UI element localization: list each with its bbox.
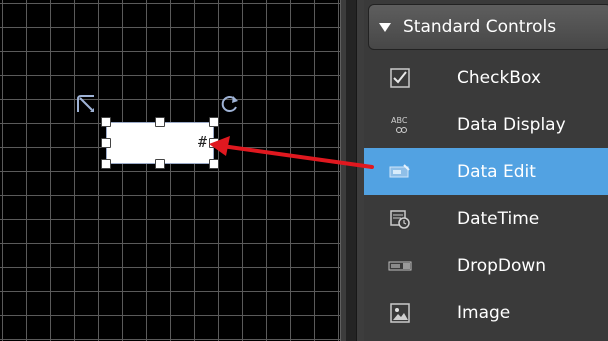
toolbox-item-data-edit[interactable]: Data Edit	[364, 148, 608, 195]
toolbox-item-data-display[interactable]: ABC Data Display	[364, 101, 608, 148]
toolbox-item-dropdown[interactable]: DropDown	[364, 242, 608, 289]
resize-icon[interactable]	[74, 92, 98, 116]
handle-top-left[interactable]	[101, 117, 111, 127]
datetime-icon	[387, 206, 413, 232]
widget-symbol: #	[197, 133, 207, 151]
data-edit-widget[interactable]: #	[106, 122, 214, 164]
toolbox-item-checkbox[interactable]: CheckBox	[364, 54, 608, 101]
toolbox-item-label: Data Display	[457, 114, 566, 135]
handle-bottom-right[interactable]	[209, 159, 219, 169]
data-edit-icon	[387, 159, 413, 185]
toolbox-item-label: Data Edit	[457, 161, 536, 182]
toolbox-item-label: Image	[457, 302, 511, 323]
rotate-icon[interactable]	[219, 93, 241, 115]
toolbox-item-list: CheckBox ABC Data Display Data Edit Date…	[364, 54, 608, 336]
handle-top-right[interactable]	[209, 117, 219, 127]
splitter-gap	[346, 0, 356, 341]
data-display-icon-text: ABC	[391, 116, 408, 125]
toolbox-item-label: CheckBox	[457, 67, 541, 88]
category-title: Standard Controls	[403, 17, 557, 37]
data-display-icon: ABC	[387, 112, 413, 138]
image-icon	[387, 300, 413, 326]
handle-middle-right[interactable]	[209, 138, 219, 148]
toolbox-item-datetime[interactable]: DateTime	[364, 195, 608, 242]
category-header-standard-controls[interactable]: Standard Controls	[368, 4, 608, 50]
handle-bottom-middle[interactable]	[155, 159, 165, 169]
checkbox-icon	[387, 65, 413, 91]
panel-edge	[356, 0, 364, 341]
design-canvas[interactable]: #	[0, 0, 340, 341]
handle-bottom-left[interactable]	[101, 159, 111, 169]
handle-top-middle[interactable]	[155, 117, 165, 127]
collapse-arrow-icon[interactable]	[379, 22, 391, 32]
toolbox-item-label: DropDown	[457, 255, 547, 276]
toolbox-item-image[interactable]: Image	[364, 289, 608, 336]
dropdown-icon	[387, 253, 413, 279]
handle-middle-left[interactable]	[101, 138, 111, 148]
toolbox-panel: Standard Controls CheckBox ABC Data Disp…	[364, 0, 608, 341]
toolbox-item-label: DateTime	[457, 208, 540, 229]
